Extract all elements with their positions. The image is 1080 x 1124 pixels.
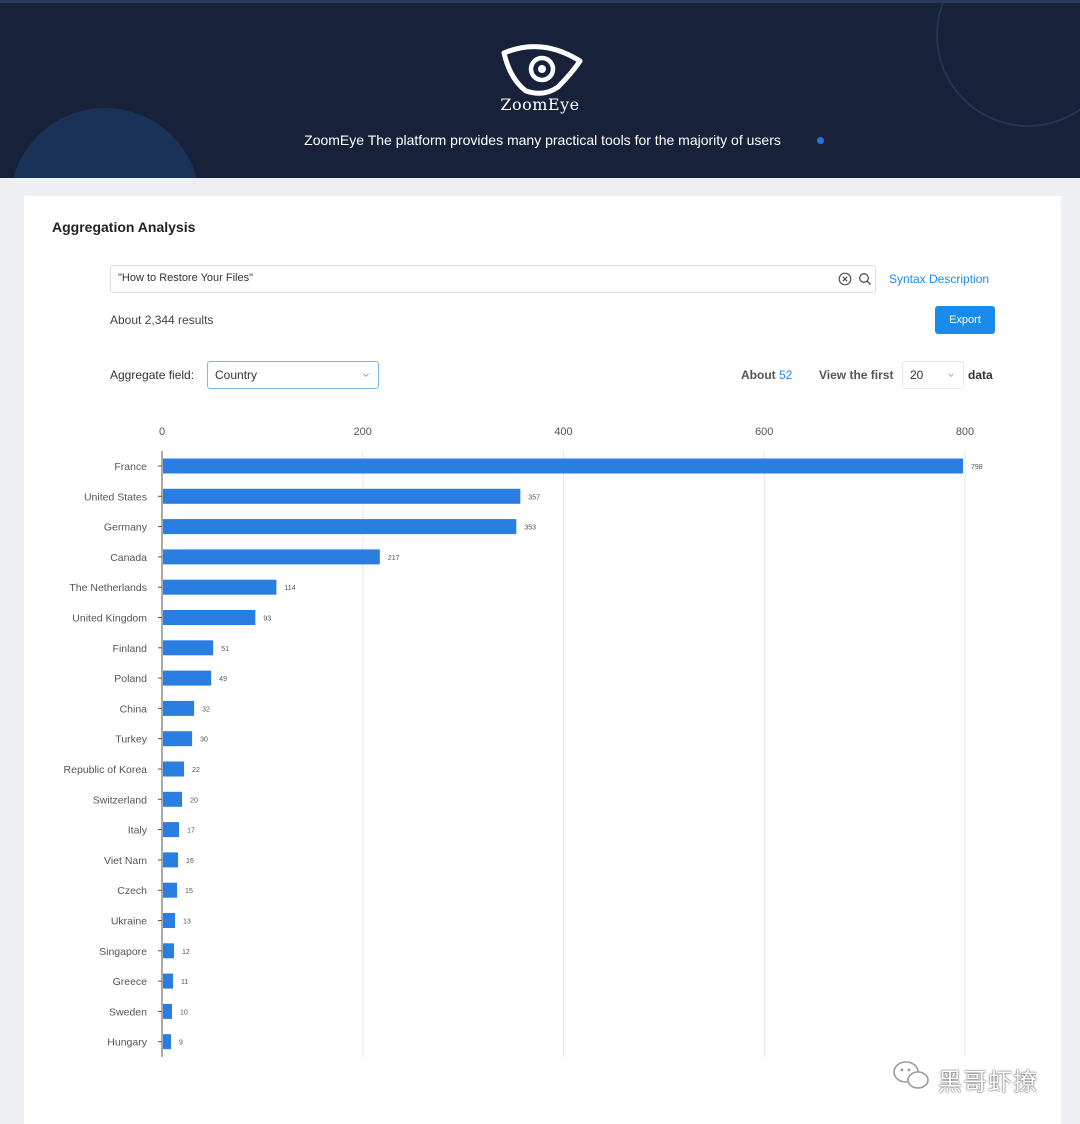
y-tick-label: United States [84,491,147,503]
y-tick-label: The Netherlands [69,582,147,594]
bar [163,761,185,777]
x-tick-label: 400 [554,426,572,438]
bar [163,549,380,565]
bar-value-label: 15 [185,888,193,895]
bar-value-label: 10 [180,1009,188,1016]
bar-value-label: 51 [221,646,229,653]
y-tick-label: Viet Nam [104,855,147,867]
y-tick-label: Finland [113,643,148,655]
bar-value-label: 16 [186,858,194,865]
bar-value-label: 20 [190,797,198,804]
bar-value-label: 353 [524,525,536,532]
y-tick-label: Sweden [109,1006,147,1018]
x-tick-label: 0 [159,426,165,438]
bar-value-label: 13 [183,919,191,926]
bar [163,1034,172,1050]
y-tick-label: Germany [104,522,148,534]
bar [163,579,277,595]
bar [163,640,214,656]
bar-value-label: 93 [263,616,271,623]
bar [163,791,183,807]
bar-value-label: 32 [202,706,210,713]
bar [163,973,174,989]
watermark-text: 黑哥虾撩 [938,1068,1038,1096]
bar-value-label: 114 [284,585,295,592]
bar [163,458,963,474]
y-tick-label: Hungary [107,1037,147,1049]
bar [163,488,521,504]
bar [163,519,517,535]
x-tick-label: 200 [354,426,372,438]
bar-value-label: 357 [528,494,540,501]
bar [163,731,193,747]
y-tick-label: Turkey [115,734,147,746]
bar-value-label: 11 [181,979,188,986]
bar [163,670,212,686]
y-tick-label: Czech [117,885,147,897]
bar [163,852,179,868]
bar-value-label: 12 [182,949,190,956]
y-tick-label: France [114,461,147,473]
y-tick-label: Poland [114,673,147,685]
y-tick-label: Ukraine [111,916,147,928]
bar [163,700,195,716]
bar [163,610,256,625]
y-tick-label: Italy [128,825,148,837]
bar-value-label: 217 [388,555,400,562]
y-tick-label: China [120,703,148,715]
bar [163,913,176,928]
bar [163,1003,173,1019]
x-tick-label: 800 [956,426,974,438]
x-tick-label: 600 [755,426,773,438]
bar [163,882,178,898]
bar-value-label: 9 [179,1040,183,1047]
y-tick-label: United Kingdom [72,613,147,625]
bar-value-label: 30 [200,737,208,744]
y-tick-label: Greece [113,976,148,988]
bar-value-label: 49 [219,676,227,683]
y-tick-label: Singapore [99,946,147,958]
y-tick-label: Canada [110,552,147,564]
bar-value-label: 22 [192,767,200,774]
country-bar-chart: 0 200 400 600 800 France 798 United States 357 Ge… [64,426,983,1057]
bar-value-label: 798 [971,464,983,471]
bar [163,822,180,838]
bar [163,943,175,959]
bar-value-label: 17 [187,828,195,835]
y-tick-label: Switzerland [93,794,147,806]
y-tick-label: Republic of Korea [64,764,148,776]
